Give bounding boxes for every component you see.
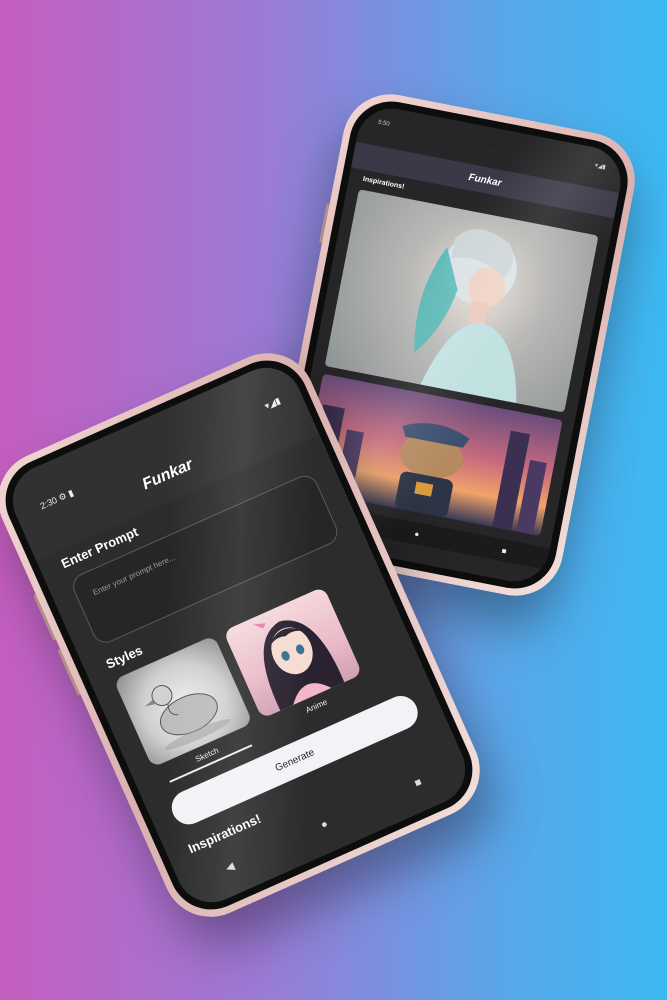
status-icons: ▾◢▮ bbox=[594, 162, 607, 171]
nav-back-icon[interactable]: ◀ bbox=[223, 859, 237, 874]
nav-home-icon[interactable]: ● bbox=[319, 818, 330, 832]
woman-portrait-illustration bbox=[414, 229, 517, 404]
inspirations-heading: Inspirations! bbox=[362, 175, 405, 191]
status-icons-left: ⚙ ▮ bbox=[56, 487, 75, 503]
app-title: Funkar bbox=[467, 171, 503, 189]
nav-home-icon[interactable]: ● bbox=[414, 529, 420, 539]
status-icons-right: ▾◢▮ bbox=[262, 394, 282, 411]
status-time: 2:30 bbox=[38, 494, 59, 511]
nav-recents-icon[interactable]: ■ bbox=[413, 776, 424, 790]
prompt-input[interactable] bbox=[89, 501, 291, 599]
status-time: 5:50 bbox=[377, 119, 391, 128]
inspiration-image-woman[interactable] bbox=[324, 189, 599, 413]
nav-recents-icon[interactable]: ■ bbox=[501, 546, 507, 556]
